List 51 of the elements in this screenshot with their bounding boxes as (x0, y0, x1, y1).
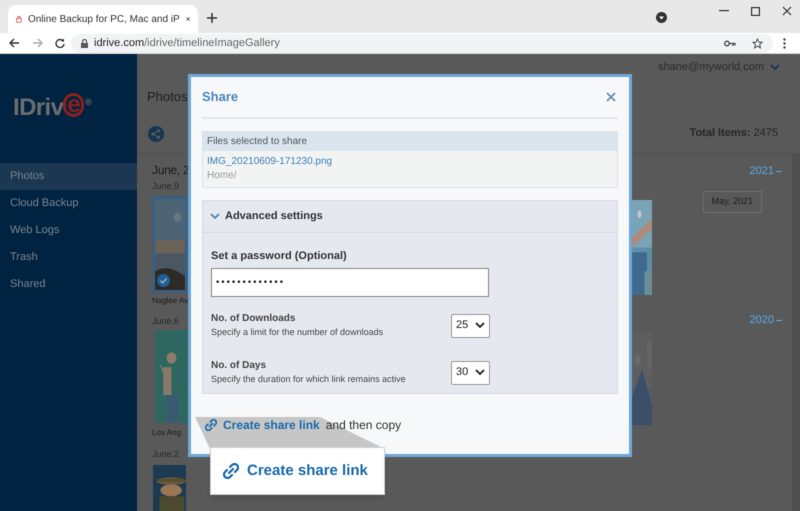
file-path: Home/ (207, 169, 236, 183)
photo-caption: Los Ang (152, 428, 182, 438)
create-share-link[interactable]: Create share link (205, 416, 320, 434)
number-select[interactable]: 25 (451, 314, 490, 338)
menu-icon[interactable] (783, 38, 786, 48)
profile-icon[interactable] (656, 12, 667, 23)
minimize-icon[interactable] (719, 10, 729, 12)
year-label[interactable]: 2020 (750, 313, 774, 327)
create-share-link[interactable]: Create share link (223, 460, 368, 482)
setting-title: No. of Days (211, 359, 268, 372)
key-icon[interactable] (724, 40, 736, 46)
lock-icon (16, 13, 22, 25)
sidebar-item[interactable]: Photos (0, 163, 137, 190)
password-label: Set a password (Optional) (211, 249, 348, 263)
file-name[interactable]: IMG_20210609-171230.png (207, 155, 332, 169)
lock-icon (81, 38, 88, 48)
close-icon[interactable] (186, 15, 190, 23)
reload-icon[interactable] (55, 38, 65, 48)
chevron-icon (475, 322, 485, 329)
setting-description: Specify a limit for the number of downloads (211, 326, 384, 339)
browser-tab[interactable]: Online Backup for PC, Mac and iP (8, 5, 198, 33)
photo-caption: Naglee Av (152, 296, 188, 306)
checkmark-icon[interactable] (157, 274, 170, 287)
link-instruction: and then copy (326, 417, 402, 434)
url-text: idrive.com/idrive/timelineImageGallery (94, 36, 280, 51)
maximize-icon[interactable] (751, 7, 760, 16)
year-label[interactable]: 2021 (750, 164, 774, 178)
setting-title: No. of Downloads (211, 312, 296, 325)
star-icon[interactable] (752, 38, 763, 48)
address-bar[interactable]: idrive.com/idrive/timelineImageGallery (71, 34, 773, 52)
files-heading: Files selected to share (207, 135, 308, 149)
back-icon[interactable] (9, 38, 20, 48)
chevron-icon (210, 213, 220, 220)
advanced-settings-toggle[interactable]: Advanced settings (203, 201, 617, 233)
sidebar-item[interactable]: Shared (0, 271, 137, 298)
logo: IDriv e ® (13, 90, 92, 122)
link-icon (205, 419, 217, 431)
sidebar-item[interactable]: Cloud Backup (0, 190, 137, 217)
setting-description: Specify the duration for which link remains active (211, 373, 407, 386)
month-tooltip: May, 2021 (702, 191, 762, 213)
chevron-icon (475, 369, 485, 376)
sidebar-item[interactable]: Trash (0, 244, 137, 271)
link-icon (223, 463, 239, 479)
password-field[interactable]: ••••••••••••• (211, 268, 489, 297)
number-select[interactable]: 30 (451, 360, 490, 384)
new-tab-icon[interactable] (207, 13, 217, 23)
tab-title: Online Backup for PC, Mac and iP (28, 12, 180, 26)
dialog-title: Share (202, 88, 238, 106)
close-icon[interactable] (782, 6, 792, 16)
page-title: Photos (147, 88, 188, 106)
sidebar-item[interactable]: Web Logs (0, 217, 137, 244)
